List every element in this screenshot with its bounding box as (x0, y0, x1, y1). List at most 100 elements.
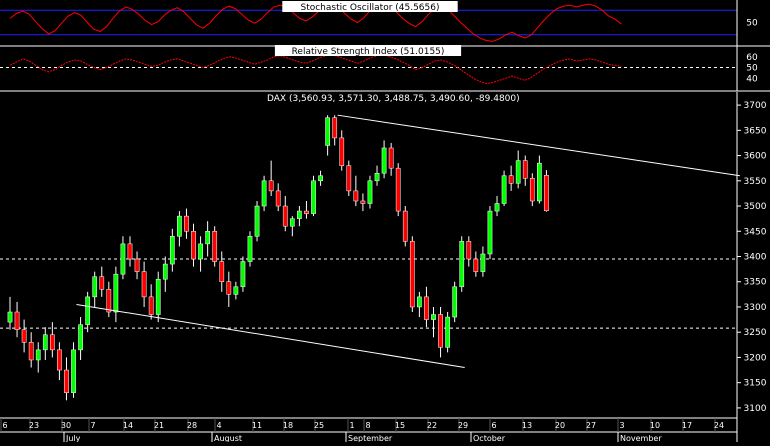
month-label-2: September (348, 434, 393, 442)
candle-body-63 (452, 286, 458, 318)
candle-body-43 (311, 180, 316, 214)
price-tick-2: 3600 (744, 152, 767, 162)
stock-chart: 50 Stochastic Oscillator (45.5656) 60 50 40… (0, 0, 770, 443)
candle-body-36 (261, 180, 267, 207)
candle-body-42 (304, 210, 309, 214)
candle-body-62 (445, 316, 450, 348)
candle-body-25 (184, 215, 189, 232)
month-label-4: November (620, 434, 662, 442)
candle-body-67 (480, 253, 486, 272)
price-tick-5: 3450 (744, 227, 767, 237)
x-label-14: 22 (427, 421, 437, 430)
x-label-20: 3 (619, 421, 624, 430)
x-label-6: 28 (187, 421, 197, 430)
candle-body-40 (289, 218, 295, 227)
x-label-2: 30 (61, 421, 71, 430)
candle-body-35 (254, 205, 260, 237)
x-label-16: 6 (491, 421, 496, 430)
x-label-23: 24 (714, 421, 724, 430)
candle-body-64 (459, 241, 465, 288)
candle-body-14 (106, 289, 112, 313)
candle-body-9 (71, 349, 76, 394)
stochastic-title: Stochastic Oscillator (45.5656) (300, 3, 439, 13)
candle-body-13 (99, 276, 105, 290)
candle-body-48 (346, 165, 352, 192)
candle-body-69 (494, 203, 500, 212)
x-axis: 6 23 30 7 14 21 28 4 11 18 25 1 8 15 22 29 6 13 20 27 3 10 17 2… (0, 417, 737, 443)
candle-body-59 (424, 296, 429, 320)
candle-body-57 (409, 241, 415, 308)
x-label-0: 6 (2, 421, 7, 430)
x-label-19: 27 (586, 421, 596, 430)
candle-body-51 (367, 180, 373, 204)
candle-body-19 (141, 271, 147, 298)
price-tick-7: 3350 (744, 278, 767, 288)
candle-body-18 (134, 258, 140, 272)
candle-body-52 (374, 172, 380, 182)
price-tick-10: 3200 (744, 353, 767, 363)
candle-body-56 (402, 210, 408, 242)
x-label-12: 8 (365, 421, 370, 430)
candle-body-34 (247, 236, 253, 262)
candle-body-70 (501, 175, 507, 204)
stochastic-tick-0: 50 (746, 19, 758, 29)
candle-body-28 (205, 231, 210, 245)
x-label-15: 29 (458, 421, 468, 430)
candle-body-72 (515, 160, 521, 184)
candle-body-47 (339, 137, 345, 166)
candle-body-66 (473, 258, 479, 272)
candle-body-32 (233, 286, 239, 295)
candle-body-76 (544, 175, 549, 212)
rsi-tick-0: 60 (746, 53, 758, 63)
candle-body-45 (325, 117, 330, 146)
x-label-18: 20 (555, 421, 565, 430)
candle-body-12 (92, 276, 98, 298)
candle-body-68 (487, 210, 493, 255)
price-tick-3: 3550 (744, 177, 767, 187)
x-label-3: 7 (90, 421, 95, 430)
month-label-1: August (214, 434, 242, 442)
candle-body-61 (438, 314, 443, 348)
candle-body-65 (466, 241, 472, 260)
candle-body-60 (431, 314, 436, 320)
candle-body-55 (395, 167, 401, 212)
candle-body-50 (360, 200, 366, 204)
candle-body-29 (212, 231, 218, 262)
x-label-9: 18 (283, 421, 293, 430)
stochastic-panel: 50 Stochastic Oscillator (45.5656) (0, 1, 758, 43)
x-label-11: 1 (349, 421, 354, 430)
x-label-1: 23 (29, 421, 39, 430)
price-tick-8: 3300 (744, 303, 767, 313)
x-label-13: 15 (395, 421, 405, 430)
candle-body-6 (49, 334, 55, 351)
candle-body-71 (508, 175, 514, 184)
price-title: DAX (3,560.93, 3,571.30, 3,488.75, 3,490… (267, 94, 520, 104)
chart-canvas: 50 Stochastic Oscillator (45.5656) 60 50 40… (0, 0, 770, 443)
price-tick-9: 3250 (744, 328, 767, 338)
candle-body-41 (297, 210, 302, 219)
candle-body-39 (282, 205, 288, 227)
candle-body-4 (35, 349, 41, 361)
candle-body-2 (21, 329, 27, 343)
rsi-tick-2: 40 (746, 74, 758, 84)
candle-body-46 (332, 117, 338, 139)
candle-body-10 (78, 324, 83, 351)
candle-body-8 (64, 369, 69, 394)
month-label-3: October (473, 434, 506, 442)
x-label-10: 25 (314, 421, 324, 430)
candle-body-31 (226, 281, 232, 295)
candle-body-23 (169, 236, 175, 265)
x-label-22: 17 (682, 421, 692, 430)
candle-body-3 (28, 342, 34, 361)
price-tick-11: 3150 (744, 379, 767, 389)
price-tick-6: 3400 (744, 253, 767, 263)
rsi-title: Relative Strength Index (51.0155) (292, 47, 445, 57)
candle-body-17 (127, 243, 133, 260)
candle-body-53 (381, 147, 387, 174)
rsi-line (9, 54, 622, 85)
candle-body-38 (275, 190, 281, 207)
candle-body-11 (85, 296, 91, 325)
x-label-4: 14 (123, 421, 133, 430)
candle-body-24 (177, 215, 182, 237)
candle-body-37 (268, 180, 274, 192)
